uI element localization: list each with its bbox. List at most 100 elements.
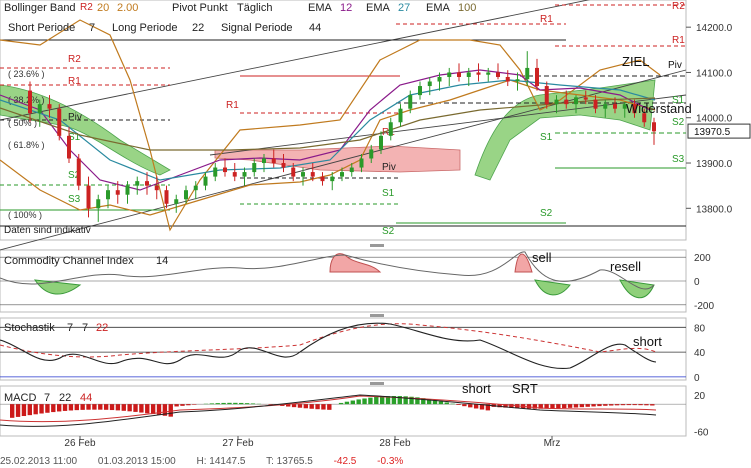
pivot-label-s2: S2 <box>672 117 685 128</box>
macd-bar <box>121 404 126 411</box>
candle-body <box>291 167 296 177</box>
candle-body <box>164 190 169 204</box>
price-tick-label: 14200.0 <box>696 23 733 34</box>
macd-bar <box>150 404 156 415</box>
panel-grip-2 <box>370 382 384 385</box>
candle-body <box>125 185 130 195</box>
candle-body <box>28 90 32 114</box>
candle-body <box>232 172 237 177</box>
panel-grip-0 <box>370 244 384 247</box>
stoch-tick-label: 80 <box>694 323 706 334</box>
candle-body <box>145 181 149 186</box>
macd-bar <box>550 404 555 409</box>
macd-bar <box>227 402 232 405</box>
macd-bar <box>644 404 649 406</box>
candle-body <box>330 176 335 182</box>
candle-body <box>106 190 110 200</box>
macd-bar <box>180 404 185 406</box>
macd-bar <box>556 404 561 409</box>
macd-bar <box>456 404 461 405</box>
candle-body <box>67 135 71 159</box>
candle-body <box>252 163 257 173</box>
macd-bar <box>374 396 379 405</box>
footer: 25.02.2013 11:00 01.03.2013 15:00 H: 141… <box>0 456 751 468</box>
macd-bar <box>92 404 97 410</box>
macd-bar <box>620 404 626 406</box>
pivot-label-r1: R1 <box>672 35 685 46</box>
legend-bollinger-p1: 20 <box>97 2 109 14</box>
macd-bar <box>239 402 244 405</box>
candle-body <box>57 108 62 136</box>
price-tick-label: 13900.0 <box>696 159 733 170</box>
macd-bar <box>638 404 643 406</box>
macd-bar <box>51 404 56 413</box>
macd-bar <box>309 404 314 409</box>
price-tick-label: 14100.0 <box>696 68 733 79</box>
candle-body <box>476 72 481 75</box>
macd-tick-label: -60 <box>694 427 709 438</box>
candle-body <box>213 167 218 177</box>
macd-p3: 44 <box>80 392 92 404</box>
candle-body <box>554 99 559 105</box>
footer-change-pct: -0.3% <box>377 456 404 467</box>
pivot-label-piv: Piv <box>68 112 82 123</box>
pivot-label-s1: S1 <box>540 132 553 143</box>
legend-ema3-val: 100 <box>458 2 476 14</box>
candle-body <box>359 158 364 168</box>
macd-bar <box>327 404 332 410</box>
candle-body <box>86 185 91 209</box>
stoch-p1: 7 <box>67 322 73 334</box>
macd-bar <box>614 404 620 406</box>
cci-annotation-sell: sell <box>532 250 552 265</box>
candle-body <box>349 167 354 173</box>
panel-grip-1 <box>370 314 384 317</box>
legend-pivot: Pivot Punkt <box>172 2 228 14</box>
macd-bar <box>10 404 15 418</box>
macd-bar <box>344 401 350 405</box>
macd-bar <box>362 398 367 405</box>
macd-p2: 22 <box>59 392 71 404</box>
macd-bar <box>115 404 121 411</box>
candle-body <box>223 167 227 173</box>
macd-bar <box>567 404 573 408</box>
macd-bar <box>127 404 132 412</box>
pivot-label-piv: Piv <box>382 162 396 173</box>
candle-body <box>388 122 393 136</box>
macd-bar <box>626 404 632 406</box>
macd-p1: 7 <box>44 392 50 404</box>
candle-body <box>340 172 344 177</box>
legend-pivot-mode: Täglich <box>237 2 272 14</box>
candle-body <box>427 81 432 87</box>
stoch-p2: 7 <box>82 322 88 334</box>
macd-bar <box>573 404 579 408</box>
candle-body <box>369 149 374 159</box>
cci-tick-label: 0 <box>694 277 700 288</box>
legend-ema1: EMA <box>308 2 333 14</box>
candle-body <box>301 172 305 177</box>
macd-bar <box>650 404 655 406</box>
macd-bar <box>33 404 38 415</box>
x-tick-label: Mrz <box>544 438 561 449</box>
pivot-label-r2: R2 <box>672 1 685 12</box>
legend-long-period: Long Periode <box>112 22 177 34</box>
macd-bar <box>632 404 637 406</box>
annotation-ziel: ZIEL <box>622 54 649 69</box>
macd-bar <box>215 403 220 405</box>
candle-body <box>418 86 422 96</box>
legend-bollinger: Bollinger Band <box>4 2 76 14</box>
macd-bar <box>39 404 44 414</box>
macd-bar <box>186 404 191 406</box>
candle-body <box>613 104 617 109</box>
macd-bar <box>438 401 444 405</box>
candle-body <box>583 97 588 100</box>
macd-bar <box>74 404 79 411</box>
candle-body <box>193 185 198 191</box>
legend-signal-period: Signal Periode <box>221 22 293 34</box>
legend-short-val: 7 <box>89 22 95 34</box>
macd-bar <box>192 404 197 405</box>
legend-short-period: Short Periode <box>8 22 75 34</box>
macd-bar <box>133 404 138 412</box>
price-tick-label: 14000.0 <box>696 114 733 125</box>
pivot-label-s2: S2 <box>540 208 553 219</box>
pivot-label-r1: R1 <box>68 76 81 87</box>
